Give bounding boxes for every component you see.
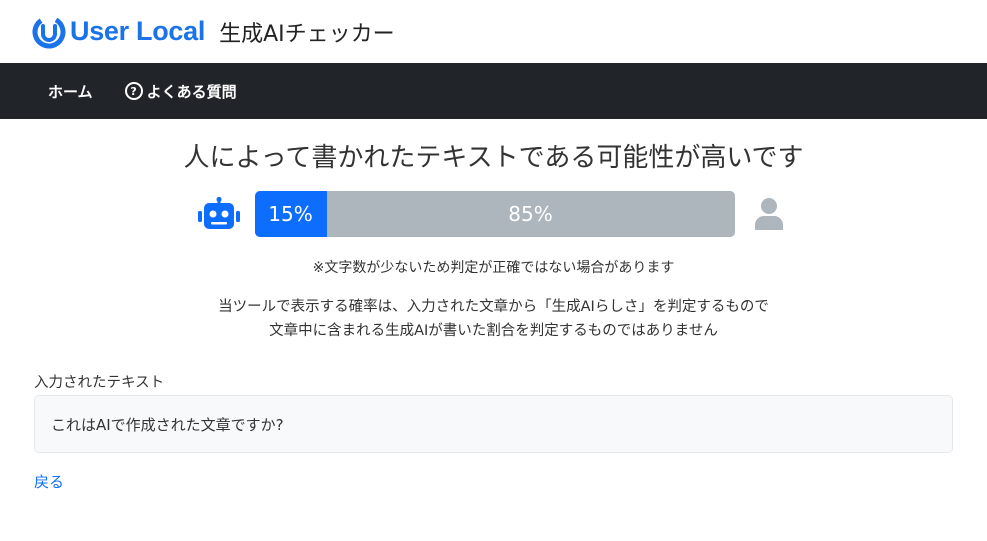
accuracy-note: ※文字数が少ないため判定が正確ではない場合があります [312,260,675,276]
robot-icon [197,192,241,236]
tool-description-line1: 当ツールで表示する確率は、入力された文章から「生成AIらしさ」を判定するもので [218,299,769,315]
brand-logo[interactable]: User Local [32,15,219,49]
navbar: ホーム ? よくある質問 [0,63,987,119]
brand-name: User Local [70,16,206,46]
ai-probability-bar: 15% [254,191,327,237]
question-circle-icon: ? [124,82,143,100]
nav-home[interactable]: ホーム [48,81,93,102]
nav-faq[interactable]: ? よくある質問 [124,81,237,102]
person-icon [747,192,791,236]
probability-meter: 15% 85% [254,191,735,237]
result-meter-row: 15% 85% [0,191,987,237]
nav-home-label: ホーム [48,82,93,101]
input-text-value: これはAIで作成された文章ですか? [51,415,284,434]
tool-description-line2: 文章中に含まれる生成AIが書いた割合を判定するものではありません [269,323,718,339]
human-probability-bar: 85% [326,191,735,237]
result-heading: 人によって書かれたテキストである可能性が高いです [183,143,804,173]
back-link[interactable]: 戻る [34,471,64,492]
product-title: 生成AIチェッカー [219,21,395,47]
ai-probability-label: 15% [268,202,313,226]
userlocal-logo-icon [32,15,66,48]
nav-faq-label: よくある質問 [146,82,237,101]
header: User Local 生成AIチェッカー [0,0,987,63]
tool-description: 当ツールで表示する確率は、入力された文章から「生成AIらしさ」を判定するもので … [0,295,987,343]
input-section: 入力されたテキスト これはAIで作成された文章ですか? [34,371,953,453]
input-text-display: これはAIで作成された文章ですか? [34,395,953,453]
input-text-label: 入力されたテキスト [34,375,165,391]
human-probability-label: 85% [508,202,553,226]
